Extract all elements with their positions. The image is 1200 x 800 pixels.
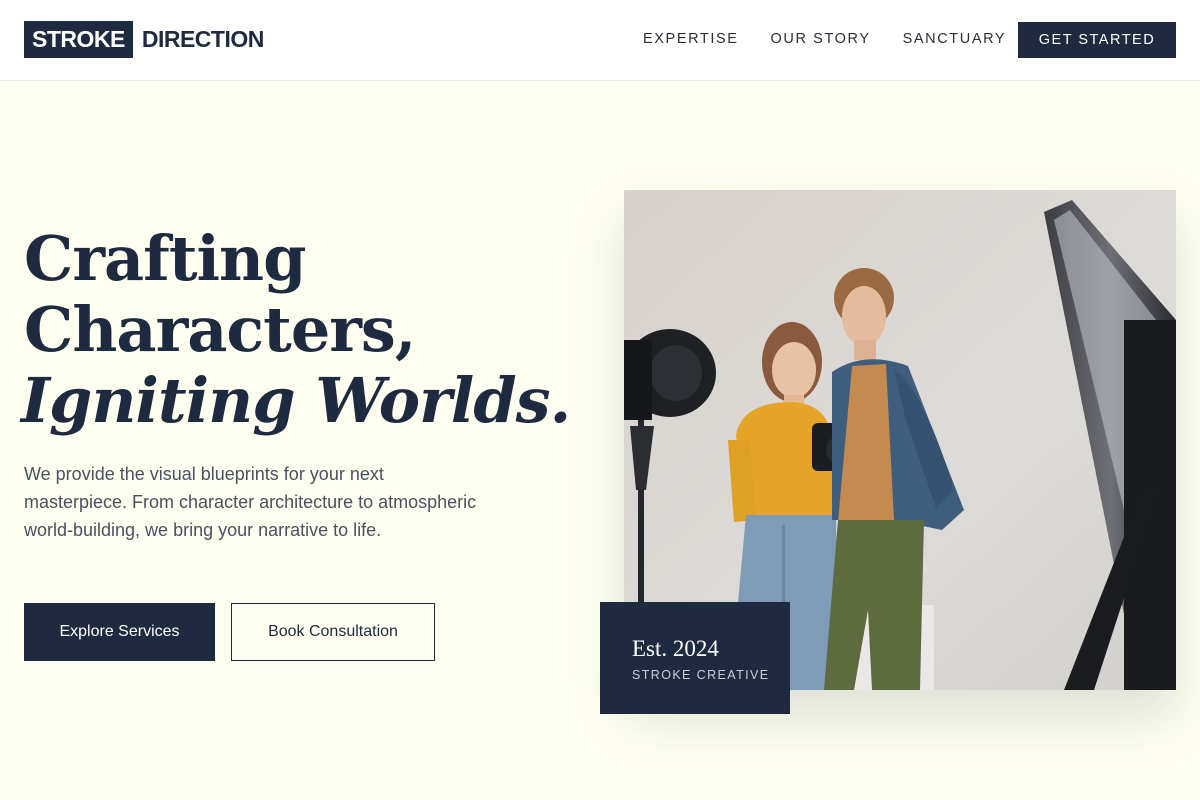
explore-services-button[interactable]: Explore Services: [24, 603, 215, 661]
badge-year: Est. 2024: [632, 636, 719, 661]
nav-link-our-story[interactable]: OUR STORY: [771, 30, 871, 48]
main-nav: EXPERTISE OUR STORY SANCTUARY: [643, 30, 1038, 48]
hero-headline: Crafting Characters, Igniting Worlds.: [21, 222, 571, 437]
book-consultation-button[interactable]: Book Consultation: [231, 603, 435, 661]
get-started-button[interactable]: GET STARTED: [1018, 22, 1176, 58]
hero-description: We provide the visual blueprints for you…: [24, 464, 477, 540]
headline-line-1: Crafting: [24, 222, 306, 295]
logo-mark: STROKE: [24, 21, 133, 58]
established-badge: Est. 2024 STROKE CREATIVE: [600, 602, 790, 714]
top-navigation-bar: STROKE DIRECTION EXPERTISE OUR STORY SAN…: [0, 0, 1200, 81]
headline-line-2: Characters,: [24, 293, 416, 366]
logo-wordmark: DIRECTION: [141, 26, 265, 52]
brand-logo[interactable]: STROKE DIRECTION: [24, 21, 264, 58]
nav-link-sanctuary[interactable]: SANCTUARY: [903, 30, 1007, 48]
nav-link-expertise[interactable]: EXPERTISE: [643, 30, 739, 48]
headline-line-3: Igniting Worlds.: [21, 364, 571, 437]
badge-subtitle: STROKE CREATIVE: [632, 668, 770, 682]
